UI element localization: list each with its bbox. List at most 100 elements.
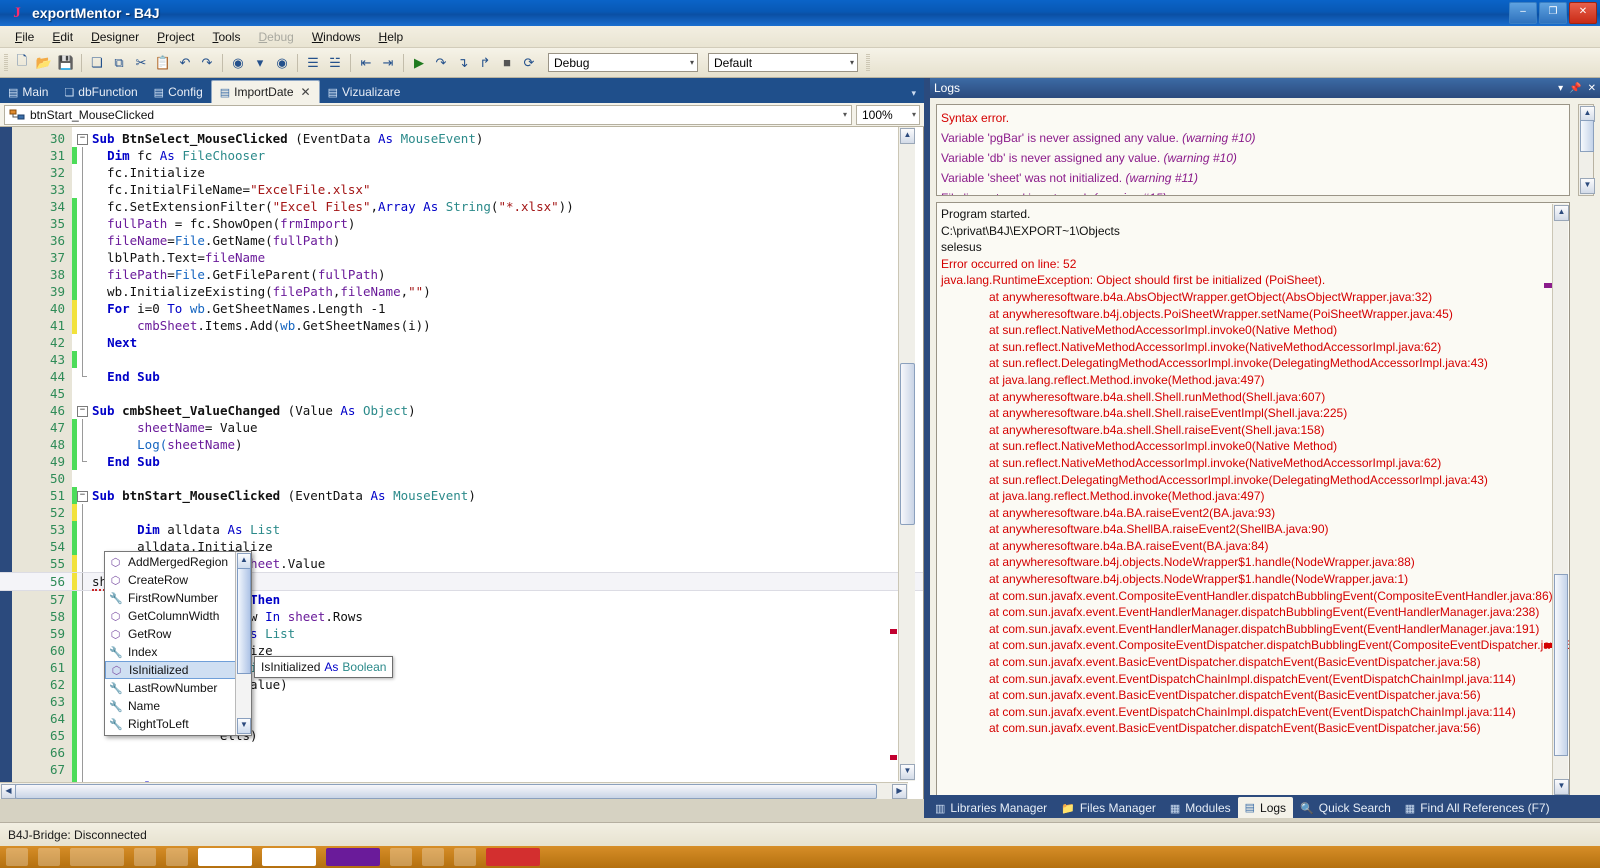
fold-column[interactable] (77, 642, 88, 659)
fold-column[interactable] (77, 436, 88, 453)
autocomplete-item[interactable]: ⬡ CreateRow (105, 571, 236, 589)
scroll-down-icon[interactable]: ▼ (1580, 178, 1595, 194)
log-vertical-scrollbar[interactable]: ▲ ▼ (1552, 204, 1569, 796)
tab-overflow-icon[interactable]: ▾ (911, 88, 916, 99)
autocomplete-item[interactable]: 🔧 RightToLeft (105, 715, 236, 733)
code-tab-main[interactable]: ▤ Main (0, 81, 56, 103)
fold-column[interactable] (77, 266, 88, 283)
taskbar-item[interactable] (6, 848, 28, 866)
log-output[interactable]: Program started. C:\privat\B4J\EXPORT~1\O… (936, 202, 1570, 814)
maximize-button[interactable]: ❐ (1539, 2, 1567, 24)
run-icon[interactable]: ▶ (408, 52, 430, 74)
save-all-icon[interactable]: ❏ (86, 52, 108, 74)
fold-column[interactable] (77, 727, 88, 744)
code-line[interactable]: 39 wb.InitializeExisting(filePath,fileNa… (0, 283, 923, 300)
taskbar-item[interactable] (198, 848, 252, 866)
close-button[interactable]: ✕ (1569, 2, 1597, 24)
fold-column[interactable] (77, 385, 88, 402)
scroll-down-icon[interactable]: ▼ (1554, 779, 1569, 795)
autocomplete-item[interactable]: ⬡ AddMergedRegion (105, 553, 236, 571)
dock-tab-find-all-references-f7[interactable]: ▦ Find All References (F7) (1398, 798, 1557, 818)
compile-error-row[interactable]: File 'import.png' is not used. (warning … (941, 188, 1565, 195)
close-icon[interactable]: ✕ (1588, 83, 1596, 94)
errors-scroll-thumb[interactable] (1580, 120, 1594, 152)
fold-column[interactable] (77, 147, 88, 164)
code-line[interactable]: 52 (0, 504, 923, 521)
code-line[interactable]: 46 − Sub cmbSheet_ValueChanged (Value As O… (0, 402, 923, 419)
code-line[interactable]: 37 lblPath.Text=fileName (0, 249, 923, 266)
code-line[interactable]: 38 filePath=File.GetFileParent(fullPath) (0, 266, 923, 283)
editor-vscroll-thumb[interactable] (900, 363, 915, 525)
fold-column[interactable] (77, 693, 88, 710)
dock-tab-quick-search[interactable]: 🔍 Quick Search (1293, 798, 1398, 818)
fold-column[interactable] (77, 555, 88, 572)
code-tab-vizualizare[interactable]: ▤ Vizualizare (320, 81, 409, 103)
fold-column[interactable] (77, 419, 88, 436)
fold-column[interactable] (77, 538, 88, 555)
editor-hscroll-thumb[interactable] (15, 784, 877, 799)
code-line[interactable]: 45 (0, 385, 923, 402)
compile-error-row[interactable]: Syntax error. (941, 108, 1565, 128)
code-line[interactable]: 41 cmbSheet.Items.Add(wb.GetSheetNames(i… (0, 317, 923, 334)
redo-icon[interactable]: ↷ (196, 52, 218, 74)
collapse-icon[interactable]: − (77, 491, 88, 502)
fold-column[interactable] (77, 625, 88, 642)
stop-icon[interactable]: ■ (496, 52, 518, 74)
taskbar-item[interactable] (38, 848, 60, 866)
code-line[interactable]: 48 Log(sheetName) (0, 436, 923, 453)
fold-column[interactable] (77, 317, 88, 334)
code-line[interactable]: 44 End Sub (0, 368, 923, 385)
autocomplete-item[interactable]: 🔧 Name (105, 697, 236, 715)
outdent-icon[interactable]: ⇤ (355, 52, 377, 74)
fold-column[interactable] (77, 215, 88, 232)
code-line[interactable]: 51 − Sub btnStart_MouseClicked (EventData … (0, 487, 923, 504)
autocomplete-item[interactable]: 🔧 LastRowNumber (105, 679, 236, 697)
toolbar-grip[interactable] (4, 53, 8, 72)
taskbar-item[interactable] (262, 848, 316, 866)
back-icon[interactable]: ◉ (227, 52, 249, 74)
code-line[interactable]: 66 (0, 744, 923, 761)
code-line[interactable]: 43 (0, 351, 923, 368)
fold-column[interactable] (77, 504, 88, 521)
autocomplete-scroll-thumb[interactable] (237, 568, 251, 674)
fold-column[interactable] (77, 470, 88, 487)
fold-column[interactable] (77, 283, 88, 300)
menu-item-tools[interactable]: Tools (203, 28, 249, 46)
taskbar-item[interactable] (166, 848, 188, 866)
errors-scrollbar[interactable]: ▲ ▼ (1578, 104, 1595, 196)
pin-icon[interactable]: 📌 (1569, 83, 1581, 94)
fold-column[interactable] (77, 300, 88, 317)
comment-icon[interactable]: ☰ (302, 52, 324, 74)
code-line[interactable]: 47 sheetName= Value (0, 419, 923, 436)
menu-item-project[interactable]: Project (148, 28, 203, 46)
fold-column[interactable] (77, 710, 88, 727)
fold-column[interactable] (77, 453, 88, 470)
fold-column[interactable] (77, 249, 88, 266)
code-line[interactable]: 34 fc.SetExtensionFilter("Excel Files",A… (0, 198, 923, 215)
forward-icon[interactable]: ◉ (271, 52, 293, 74)
scroll-right-icon[interactable]: ▶ (892, 784, 907, 799)
step-into-icon[interactable]: ↴ (452, 52, 474, 74)
scroll-down-icon[interactable]: ▼ (237, 718, 251, 734)
fold-column[interactable] (77, 351, 88, 368)
code-tab-dbfunction[interactable]: ❏ dbFunction (56, 81, 145, 103)
fold-column[interactable]: − (77, 487, 88, 504)
restart-icon[interactable]: ⟳ (518, 52, 540, 74)
log-vscroll-thumb[interactable] (1554, 574, 1568, 756)
open-icon[interactable]: 📂 (33, 52, 55, 74)
scroll-up-icon[interactable]: ▲ (900, 128, 915, 144)
fold-column[interactable] (77, 368, 88, 385)
fold-column[interactable]: − (77, 402, 88, 419)
autocomplete-item[interactable]: ⬡ GetColumnWidth (105, 607, 236, 625)
fold-column[interactable] (77, 232, 88, 249)
dock-tab-logs[interactable]: ▤ Logs (1237, 797, 1294, 818)
code-line[interactable]: 33 fc.InitialFileName="ExcelFile.xlsx" (0, 181, 923, 198)
minimize-button[interactable]: – (1509, 2, 1537, 24)
compile-error-row[interactable]: Variable 'db' is never assigned any valu… (941, 148, 1565, 168)
autocomplete-popup[interactable]: ⬡ AddMergedRegion ⬡ CreateRow 🔧 FirstRowNumbe… (104, 551, 252, 736)
fold-column[interactable] (77, 573, 88, 590)
fold-column[interactable] (77, 164, 88, 181)
collapse-icon[interactable]: − (77, 406, 88, 417)
flavor-combo[interactable]: Default ▾ (708, 53, 858, 72)
taskbar-item[interactable] (70, 848, 124, 866)
